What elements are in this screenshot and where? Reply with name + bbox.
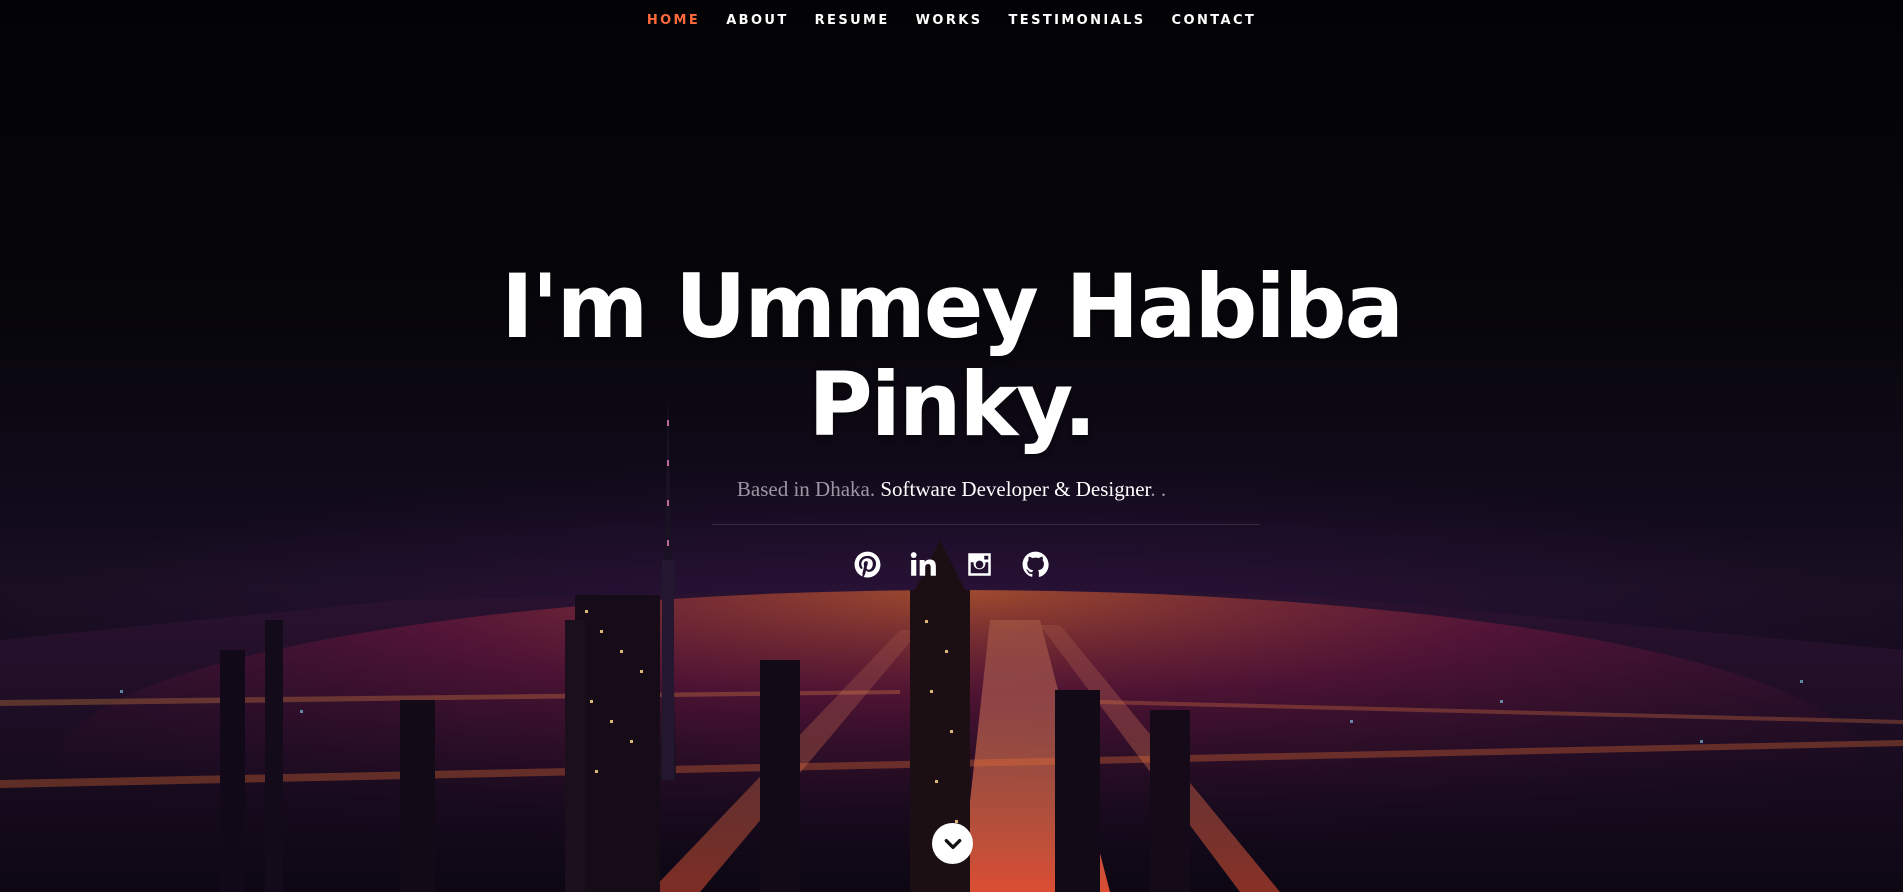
pinterest-icon (854, 551, 881, 578)
chevron-down-icon (944, 838, 961, 849)
hero-divider (712, 524, 1260, 525)
nav-item-contact[interactable]: CONTACT (1159, 10, 1270, 34)
instagram-link[interactable] (966, 550, 994, 578)
linkedin-link[interactable] (910, 550, 938, 578)
subtitle-tail: . . (1150, 477, 1167, 501)
github-link[interactable] (1022, 550, 1050, 578)
nav-item-testimonials[interactable]: TESTIMONIALS (996, 10, 1159, 34)
linkedin-icon (910, 551, 936, 576)
hero-title-line1: I'm Ummey Habiba (500, 255, 1404, 358)
instagram-icon (968, 552, 991, 576)
scroll-down-button[interactable] (932, 823, 973, 864)
hero-title: I'm Ummey Habiba Pinky. (0, 258, 1903, 454)
nav-item-about[interactable]: ABOUT (713, 10, 801, 34)
nav-item-home[interactable]: HOME (634, 10, 713, 34)
social-links (0, 550, 1903, 582)
hero-title-line2: Pinky. (808, 353, 1097, 456)
github-icon (1022, 551, 1049, 577)
nav-item-works[interactable]: WORKS (903, 10, 996, 34)
subtitle-lead: Based in Dhaka. (736, 477, 881, 501)
hero-subtitle: Based in Dhaka. Software Developer & Des… (0, 476, 1903, 502)
pinterest-link[interactable] (854, 550, 882, 578)
nav-item-resume[interactable]: RESUME (802, 10, 903, 34)
subtitle-highlight: Software Developer & Designer (880, 477, 1151, 501)
main-nav: HOME ABOUT RESUME WORKS TESTIMONIALS CON… (0, 10, 1903, 34)
